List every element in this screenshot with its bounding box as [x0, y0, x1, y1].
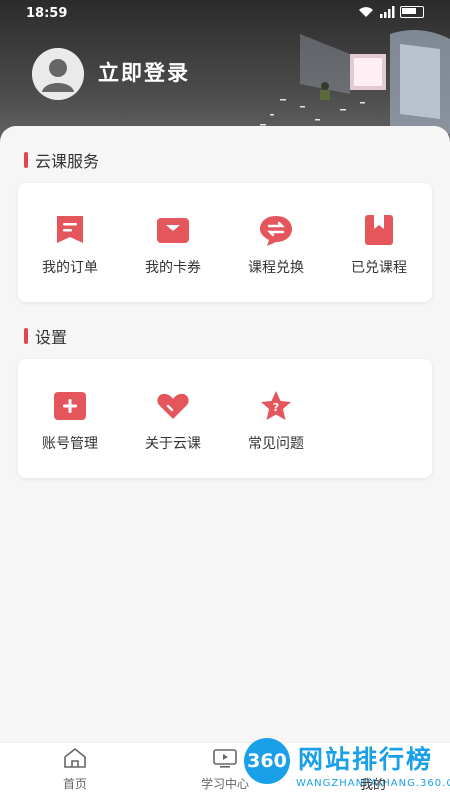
item-label: 常见问题: [248, 436, 304, 452]
my-coupons-item[interactable]: 我的卡券: [121, 213, 225, 277]
course-exchange-item[interactable]: 课程兑换: [224, 213, 328, 277]
default-user-icon: [32, 48, 84, 100]
header-illustration: [260, 30, 450, 134]
settings-card: 账号管理 关于云课 ? 常见问题: [18, 359, 432, 478]
status-icons: [358, 6, 424, 18]
status-time: 18:59: [26, 6, 68, 21]
nav-home[interactable]: 首页: [35, 747, 115, 792]
content-panel: 云课服务 我的订单 我的卡券 课程兑换 已兑课程 设置 账号管理 关于云课 ? …: [0, 126, 450, 742]
my-orders-item[interactable]: 我的订单: [18, 213, 122, 277]
watermark-360: 360 网站排行榜 WANGZHANPAIHANG.360.CN: [236, 732, 450, 800]
heart-icon: [157, 393, 189, 419]
order-icon: [57, 216, 83, 243]
watermark-title: 网站排行榜: [298, 745, 434, 774]
section-title-settings: 设置: [24, 324, 67, 348]
exchanged-courses-item[interactable]: 已兑课程: [327, 213, 431, 277]
item-label: 账号管理: [42, 436, 98, 452]
nav-label: 首页: [62, 777, 87, 791]
play-icon: [213, 749, 237, 768]
watermark-badge: 360: [244, 738, 290, 784]
signal-icon: [380, 6, 395, 18]
about-item[interactable]: 关于云课: [121, 389, 225, 453]
account-management-item[interactable]: 账号管理: [18, 389, 122, 453]
item-label: 我的卡券: [145, 260, 201, 276]
svg-text:?: ?: [273, 401, 279, 414]
plus-icon: [54, 392, 86, 420]
cloud-service-card: 我的订单 我的卡券 课程兑换 已兑课程: [18, 183, 432, 302]
nav-mine[interactable]: 我的: [360, 774, 386, 793]
section-accent-bar: [24, 328, 28, 344]
coupon-icon: [157, 218, 189, 243]
wifi-icon: [359, 7, 373, 17]
avatar[interactable]: [32, 48, 84, 100]
login-link[interactable]: 立即登录: [98, 57, 190, 87]
item-label: 已兑课程: [351, 260, 407, 276]
item-label: 关于云课: [145, 436, 201, 452]
section-title-text: 云课服务: [35, 152, 100, 171]
battery-icon: [400, 6, 424, 18]
section-accent-bar: [24, 152, 28, 168]
item-label: 课程兑换: [248, 260, 304, 276]
home-icon: [64, 747, 86, 768]
exchange-icon: [260, 216, 292, 246]
bookmark-icon: [365, 215, 393, 245]
section-title-cloud-service: 云课服务: [24, 148, 99, 172]
question-star-icon: ?: [261, 391, 291, 420]
section-title-text: 设置: [35, 328, 68, 347]
faq-item[interactable]: ? 常见问题: [224, 389, 328, 453]
item-label: 我的订单: [42, 260, 98, 276]
